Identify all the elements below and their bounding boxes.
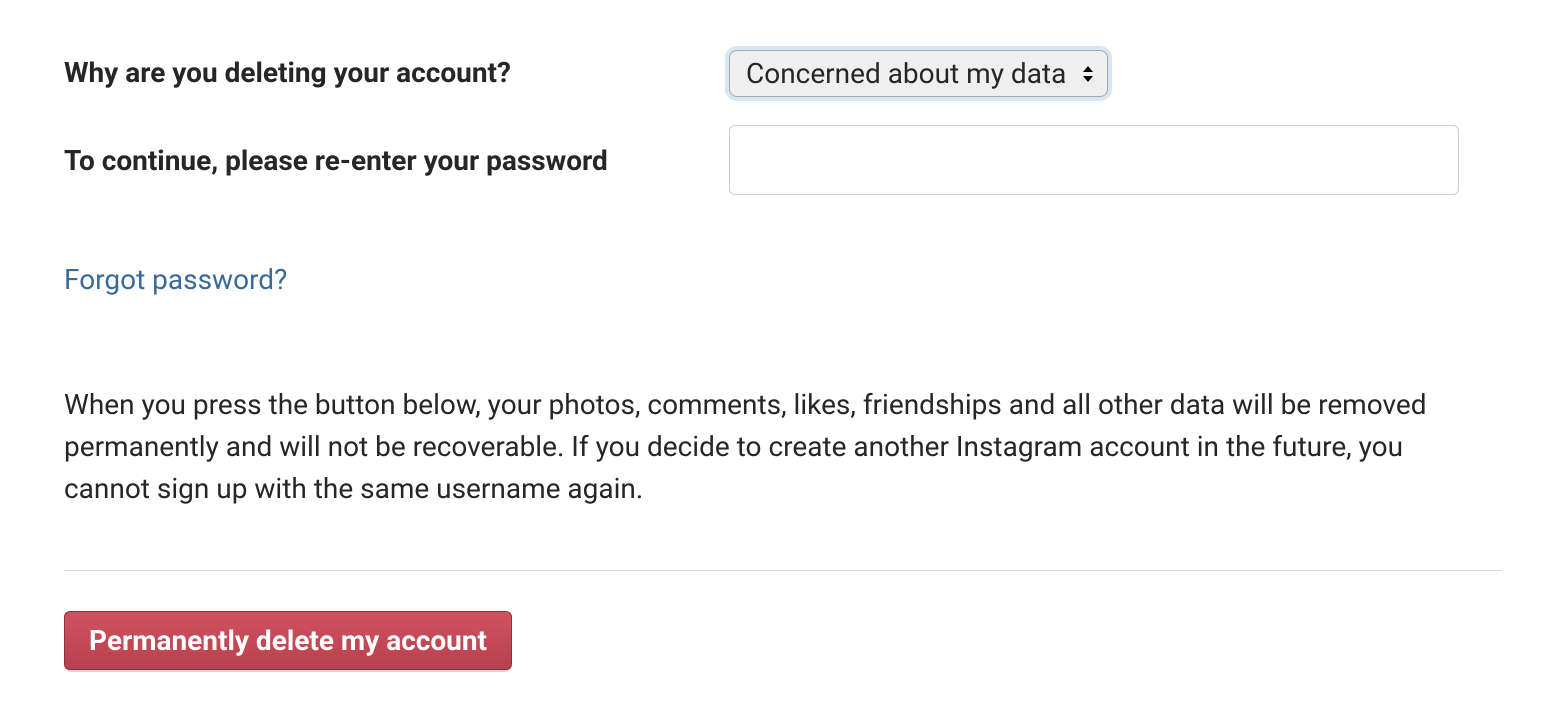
password-input[interactable] [729,125,1459,195]
forgot-password-link[interactable]: Forgot password? [64,263,287,296]
password-label: To continue, please re-enter your passwo… [64,144,608,177]
reason-select[interactable]: Concerned about my data [729,50,1108,97]
reason-row: Why are you deleting your account? Conce… [64,50,1502,97]
delete-warning-text: When you press the button below, your ph… [64,384,1494,510]
password-input-col [729,125,1502,195]
password-row: To continue, please re-enter your passwo… [64,125,1502,195]
delete-account-button[interactable]: Permanently delete my account [64,611,512,670]
reason-label: Why are you deleting your account? [64,56,511,89]
password-label-col: To continue, please re-enter your passwo… [64,125,729,179]
reason-label-col: Why are you deleting your account? [64,55,729,91]
reason-input-col: Concerned about my data [729,50,1502,97]
divider [64,570,1502,571]
